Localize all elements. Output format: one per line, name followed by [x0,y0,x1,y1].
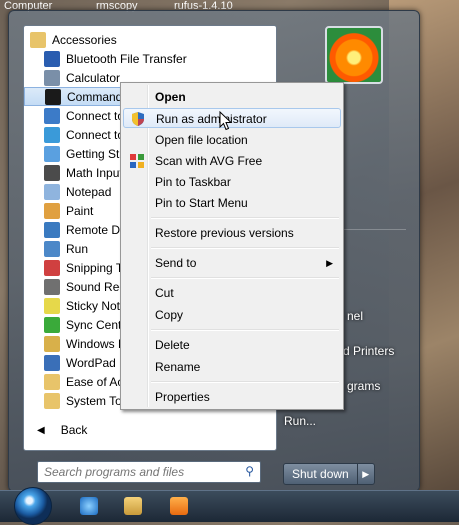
network-projector-icon [44,107,60,124]
menu-item-cut[interactable]: Cut [123,283,341,303]
menu-item-pin-to-start-menu[interactable]: Pin to Start Menu [123,193,341,213]
back-arrow-icon: ◀ [37,424,45,436]
menu-separator [151,247,339,249]
paint-icon [44,202,60,219]
back-label: Back [60,423,88,437]
remote-desktop-icon [44,221,60,238]
menu-separator [151,381,339,383]
program-item-accessories[interactable]: Accessories [24,30,276,49]
bluetooth-icon [44,50,60,67]
right-item-default-programs[interactable]: grams [347,379,380,393]
media-player-icon[interactable] [170,497,188,515]
folder-icon [44,392,60,409]
menu-item-open-file-location[interactable]: Open file location [123,130,341,150]
shutdown-button[interactable]: Shut down [283,463,358,485]
uac-shield-icon [130,111,146,127]
taskbar [0,487,459,525]
menu-item-scan-avg[interactable]: Scan with AVG Free [123,151,341,171]
right-item-control-panel[interactable]: nel [347,309,363,323]
menu-item-properties[interactable]: Properties [123,387,341,407]
sync-center-icon [44,316,60,333]
run-icon [44,240,60,257]
menu-item-delete[interactable]: Delete [123,335,341,355]
right-item-devices-printers[interactable]: d Printers [343,344,394,358]
windows-explorer-icon [44,335,60,352]
right-item-run[interactable]: Run... [284,414,316,428]
shutdown-options-arrow-icon[interactable]: ▶ [357,463,375,485]
calculator-icon [44,69,60,86]
wordpad-icon [44,354,60,371]
user-avatar[interactable] [325,26,383,84]
folder-icon [44,373,60,390]
menu-item-rename[interactable]: Rename [123,357,341,377]
menu-separator [151,277,339,279]
remote-display-icon [44,126,60,143]
snipping-tool-icon [44,259,60,276]
cmd-icon [45,88,61,105]
shutdown-group: Shut down ▶ [283,463,375,485]
microphone-icon [44,278,60,295]
avg-icon [129,153,145,169]
getting-started-icon [44,145,60,162]
program-item-bluetooth[interactable]: Bluetooth File Transfer [24,49,276,68]
search-box[interactable]: ⚲ [37,461,261,483]
math-input-icon [44,164,60,181]
sticky-notes-icon [44,297,60,314]
menu-item-send-to[interactable]: Send to ▶ [123,253,341,273]
folder-icon [30,31,46,48]
search-input[interactable] [38,462,236,482]
context-menu: Open Run as administrator Open file loca… [120,82,344,410]
menu-item-pin-to-taskbar[interactable]: Pin to Taskbar [123,172,341,192]
internet-explorer-icon[interactable] [80,497,98,515]
windows-explorer-taskbar-icon[interactable] [124,497,142,515]
menu-separator [151,217,339,219]
start-orb-button[interactable] [14,487,52,525]
menu-item-restore-previous-versions[interactable]: Restore previous versions [123,223,341,243]
notepad-icon [44,183,60,200]
search-icon[interactable]: ⚲ [245,464,254,478]
menu-separator [151,329,339,331]
back-button[interactable]: ◀ Back [23,415,275,445]
submenu-arrow-icon: ▶ [326,258,333,268]
menu-item-open[interactable]: Open [123,87,341,107]
menu-item-copy[interactable]: Copy [123,305,341,325]
